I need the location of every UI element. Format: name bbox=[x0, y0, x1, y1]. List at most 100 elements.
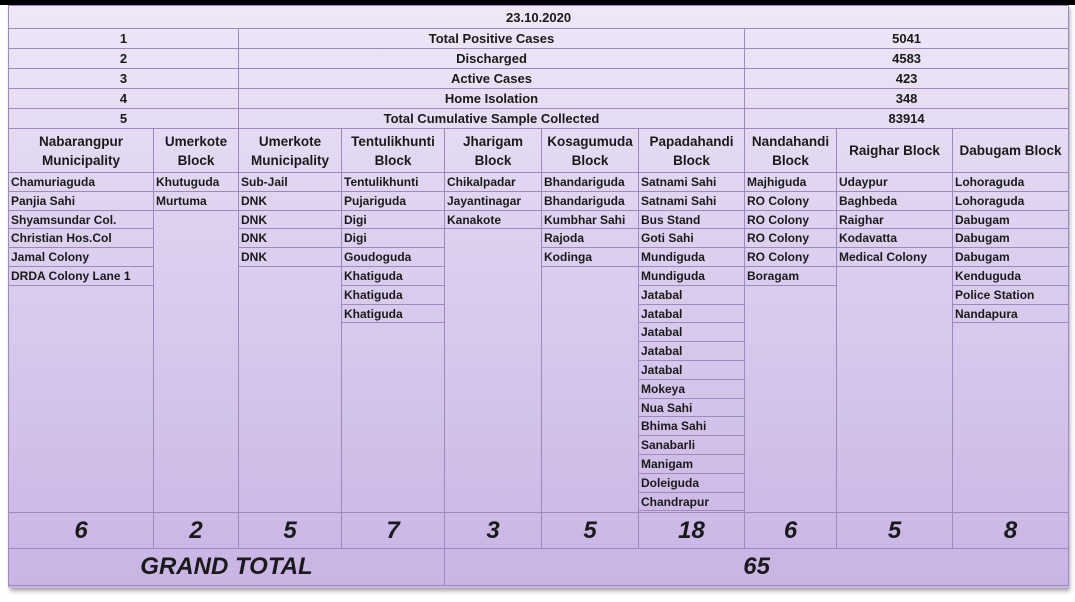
column-header-line1: Umerkote bbox=[164, 133, 228, 149]
column-total: 7 bbox=[341, 512, 445, 549]
area-list: Tentulikhunti Pujariguda Digi Digi Goudoguda… bbox=[341, 172, 445, 513]
header-row: Nabarangpur Municipality Umerkote Block Umer… bbox=[8, 128, 1070, 173]
area-item: Jatabal bbox=[639, 361, 744, 380]
column-total: 5 bbox=[238, 512, 342, 549]
summary-label: Total Positive Cases bbox=[238, 28, 745, 49]
column-header: Raighar Block bbox=[836, 128, 953, 173]
area-item: Manigam bbox=[639, 455, 744, 474]
summary-value: 4583 bbox=[743, 48, 1070, 69]
column-total: 3 bbox=[444, 512, 542, 549]
column-total: 5 bbox=[836, 512, 953, 549]
column-header-line1: Nandahandi bbox=[751, 133, 830, 149]
area-item: Jatabal bbox=[639, 323, 744, 343]
area-item: Tentulikhunti bbox=[342, 174, 444, 192]
column-header: Kosagumuda Block bbox=[541, 128, 639, 173]
column-header-line1: Raighar Block bbox=[849, 143, 940, 158]
summary-number: 5 bbox=[8, 108, 239, 129]
area-item: RO Colony bbox=[745, 229, 836, 249]
area-item: DNK bbox=[239, 229, 341, 249]
summary-row: 3 Active Cases 423 bbox=[8, 68, 1070, 89]
column-total: 18 bbox=[638, 512, 745, 549]
column-header-line1: Papadahandi bbox=[649, 133, 734, 149]
area-list: Khutuguda Murtuma bbox=[153, 172, 239, 513]
column-header: Umerkote Block bbox=[153, 128, 239, 173]
column-header-line1: Dabugam Block bbox=[959, 143, 1062, 158]
area-item: Medical Colony bbox=[837, 248, 952, 267]
area-item: Khatiguda bbox=[342, 305, 444, 324]
area-item: Bhima Sahi bbox=[639, 417, 744, 437]
column-total: 8 bbox=[951, 512, 1070, 549]
column-header-line1: Jharigam bbox=[462, 133, 524, 149]
area-item: Jayantinagar bbox=[445, 192, 541, 211]
area-item: Chamuriaguda bbox=[9, 174, 153, 192]
area-item: Boragam bbox=[745, 267, 836, 286]
summary-row: 2 Discharged 4583 bbox=[8, 48, 1070, 69]
area-item: Satnami Sahi bbox=[639, 192, 744, 211]
report-date: 23.10.2020 bbox=[7, 5, 1070, 29]
area-item: Kanakote bbox=[445, 211, 541, 230]
column-header: Dabugam Block bbox=[951, 128, 1070, 173]
area-item: Sub-Jail bbox=[239, 174, 341, 192]
area-item: RO Colony bbox=[745, 192, 836, 211]
area-item: Udaypur bbox=[837, 174, 952, 192]
area-item: Bus Stand bbox=[639, 211, 744, 230]
area-item: DNK bbox=[239, 248, 341, 267]
containment-zone-table: 23.10.2020 1 Total Positive Cases 5041 2 Dis… bbox=[7, 5, 1070, 586]
area-item: Mokeya bbox=[639, 380, 744, 399]
column-total: 5 bbox=[541, 512, 639, 549]
totals-row: 6 2 5 7 3 5 18 6 5 8 bbox=[8, 512, 1070, 549]
column-header-line1: Kosagumuda bbox=[547, 133, 633, 149]
area-item: DRDA Colony Lane 1 bbox=[9, 267, 153, 286]
column-header-line2: Block bbox=[673, 152, 710, 168]
area-item: Panjia Sahi bbox=[9, 192, 153, 211]
area-list: Udaypur Baghbeda Raighar Kodavatta Medical C… bbox=[836, 172, 953, 513]
area-item: Kodinga bbox=[542, 248, 638, 267]
summary-number: 3 bbox=[8, 68, 239, 89]
column-header: Tentulikhunti Block bbox=[341, 128, 445, 173]
area-item: Khatiguda bbox=[342, 286, 444, 305]
area-item: Mundiguda bbox=[639, 267, 744, 286]
column-total: 6 bbox=[8, 512, 154, 549]
area-item: Dabugam bbox=[953, 248, 1068, 267]
area-item: Dabugam bbox=[953, 229, 1068, 249]
column-header: Nandahandi Block bbox=[744, 128, 837, 173]
summary-row: 1 Total Positive Cases 5041 bbox=[8, 28, 1070, 49]
summary-value: 423 bbox=[743, 68, 1070, 89]
area-item: Bhandariguda bbox=[542, 174, 638, 192]
area-item: Nandapura bbox=[953, 305, 1068, 324]
area-item: Lohoraguda bbox=[953, 192, 1068, 211]
area-item: Khutuguda bbox=[154, 174, 238, 192]
summary-number: 1 bbox=[8, 28, 239, 49]
summary-label: Active Cases bbox=[238, 68, 745, 89]
areas-row: Chamuriaguda Panjia Sahi Shyamsundar Col. C… bbox=[8, 172, 1070, 513]
area-list: Majhiguda RO Colony RO Colony RO Colony RO C… bbox=[744, 172, 837, 513]
area-item: Mundiguda bbox=[639, 248, 744, 267]
area-item: RO Colony bbox=[745, 211, 836, 230]
area-item: Lohoraguda bbox=[953, 174, 1068, 192]
summary-row: 4 Home Isolation 348 bbox=[8, 88, 1070, 109]
area-item: Kenduguda bbox=[953, 267, 1068, 286]
area-item: DNK bbox=[239, 211, 341, 230]
area-item: Sanabarli bbox=[639, 436, 744, 455]
column-header: Papadahandi Block bbox=[638, 128, 745, 173]
summary-value: 348 bbox=[743, 88, 1070, 109]
area-item: Chikalpadar bbox=[445, 174, 541, 192]
area-item: Raighar bbox=[837, 211, 952, 230]
area-item: Pujariguda bbox=[342, 192, 444, 211]
area-item: Kodavatta bbox=[837, 229, 952, 249]
area-item: Jatabal bbox=[639, 305, 744, 324]
area-item: Christian Hos.Col bbox=[9, 229, 153, 249]
summary-label: Total Cumulative Sample Collected bbox=[238, 108, 745, 129]
area-item: Jamal Colony bbox=[9, 248, 153, 267]
grand-total-label: GRAND TOTAL bbox=[8, 548, 445, 586]
area-item: Majhiguda bbox=[745, 174, 836, 192]
column-header-line2: Block bbox=[772, 152, 809, 168]
column-header-line2: Block bbox=[474, 152, 512, 168]
grand-total-value: 65 bbox=[443, 548, 1070, 586]
column-header-line1: Nabarangpur bbox=[38, 133, 123, 149]
column-header-line2: Block bbox=[177, 152, 215, 168]
area-list: Chamuriaguda Panjia Sahi Shyamsundar Col. C… bbox=[8, 172, 154, 513]
summary-row: 5 Total Cumulative Sample Collected 83914 bbox=[8, 108, 1070, 129]
column-header: Jharigam Block bbox=[444, 128, 542, 173]
area-list: Bhandariguda Bhandariguda Kumbhar Sahi Rajo… bbox=[541, 172, 639, 513]
